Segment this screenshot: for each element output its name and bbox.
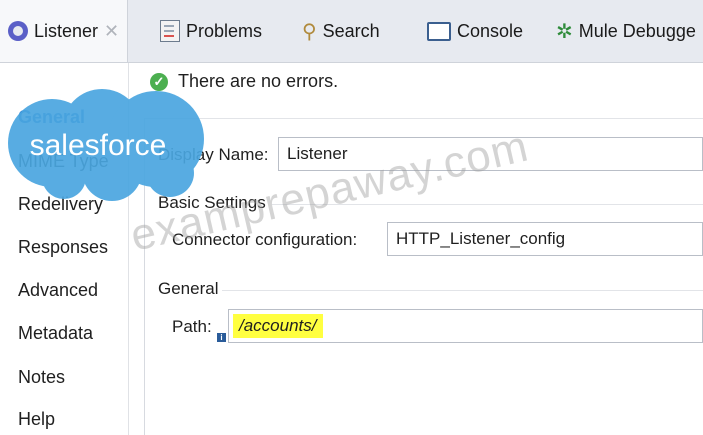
tab-mule-debugger-label: Mule Debugge xyxy=(578,20,696,41)
tab-listener[interactable]: Listener ✕ xyxy=(0,0,128,62)
nav-item-advanced[interactable]: Advanced xyxy=(18,280,98,301)
basic-settings-divider xyxy=(272,204,703,205)
status-message: There are no errors. xyxy=(178,71,339,91)
nav-item-help[interactable]: Help xyxy=(18,409,55,430)
bug-icon: ✲ xyxy=(556,20,573,43)
path-input[interactable]: /accounts/ xyxy=(228,309,703,343)
nav-item-notes[interactable]: Notes xyxy=(18,367,65,388)
tab-mule-debugger[interactable]: ✲ Mule Debugge xyxy=(556,0,696,62)
nav-item-responses[interactable]: Responses xyxy=(18,237,108,258)
tab-console-label: Console xyxy=(457,20,524,41)
status-bar: ✓ There are no errors. xyxy=(150,71,338,92)
basic-settings-title: Basic Settings xyxy=(158,193,266,212)
nav-item-metadata[interactable]: Metadata xyxy=(18,323,93,344)
properties-panel: General MIME Type Redelivery Responses A… xyxy=(0,63,703,435)
display-name-label: Display Name: xyxy=(158,145,269,164)
console-icon xyxy=(427,21,451,41)
tab-problems[interactable]: Problems xyxy=(160,0,262,62)
nav-item-redelivery[interactable]: Redelivery xyxy=(18,194,103,215)
nav-item-general[interactable]: General xyxy=(18,107,85,128)
connector-config-select[interactable]: HTTP_Listener_config xyxy=(387,222,703,256)
close-icon[interactable]: ✕ xyxy=(104,21,119,42)
path-label: Path: xyxy=(172,317,212,336)
tab-search-label: Search xyxy=(322,20,380,41)
search-icon: ⚲ xyxy=(302,20,317,43)
tab-listener-label: Listener xyxy=(34,20,99,41)
listener-icon xyxy=(8,21,28,41)
left-nav: General MIME Type Redelivery Responses A… xyxy=(0,63,129,435)
connector-config-label: Connector configuration: xyxy=(172,230,358,249)
display-name-input[interactable]: Listener xyxy=(278,137,703,171)
view-tab-bar: Listener ✕ Problems ⚲ Search Console ✲ M… xyxy=(0,0,703,63)
general-divider xyxy=(222,290,703,291)
nav-item-mime-type[interactable]: MIME Type xyxy=(18,151,109,172)
tab-console[interactable]: Console xyxy=(427,0,523,62)
general-section-title: General xyxy=(158,279,219,298)
problems-icon xyxy=(160,20,180,42)
panel-separator xyxy=(144,118,145,435)
tab-search[interactable]: ⚲ Search xyxy=(302,0,380,62)
tab-problems-label: Problems xyxy=(186,20,263,41)
path-value-highlight: /accounts/ xyxy=(233,314,323,338)
check-circle-icon: ✓ xyxy=(150,72,168,91)
divider xyxy=(145,118,703,119)
info-icon: i xyxy=(217,333,226,342)
